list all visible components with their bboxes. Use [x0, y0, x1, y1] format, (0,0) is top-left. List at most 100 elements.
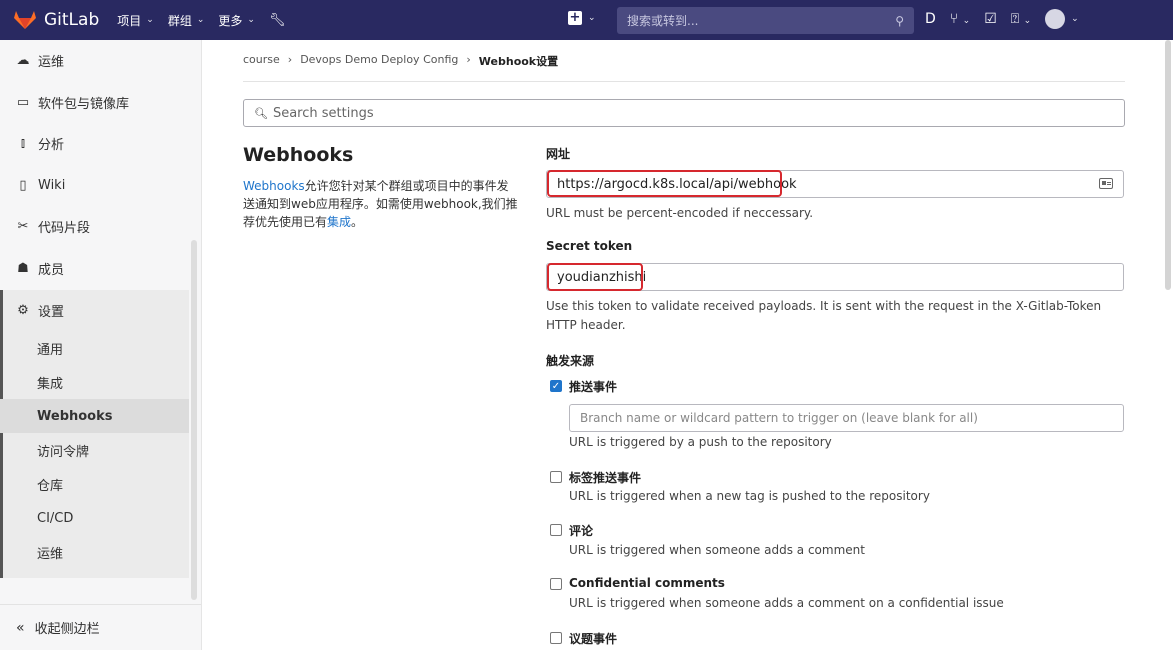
sidebar-item-label: 分析	[38, 137, 65, 153]
description-end: 。	[351, 215, 364, 229]
gear-icon: ⚙	[17, 302, 29, 318]
nav-menus: 项目 ⌄ 群组 ⌄ 更多 ⌄ 🔧︎	[117, 12, 285, 29]
issues-events-checkbox[interactable]	[550, 632, 562, 644]
breadcrumb-separator: ›	[466, 53, 471, 66]
comments-checkbox[interactable]	[550, 524, 562, 536]
menu-more-label: 更多	[218, 13, 243, 28]
sidebar-item-deploy[interactable]: ☁ 运维	[0, 40, 189, 80]
settings-section: ⚙ 设置 通用 集成 Webhooks 访问令牌 仓库 CI/CD 运维	[0, 290, 189, 578]
confidential-comments-help: URL is triggered when someone adds a com…	[569, 596, 1004, 610]
settings-sub-access-tokens[interactable]: 访问令牌	[0, 433, 189, 467]
url-label: 网址	[546, 147, 571, 161]
collapse-sidebar-label: 收起侧边栏	[34, 622, 100, 637]
sidebar-item-label: 成员	[38, 262, 65, 278]
section-title: Webhooks	[243, 144, 354, 166]
menu-more[interactable]: 更多 ⌄	[218, 12, 255, 29]
help-icon[interactable]: ⍰ ⌄	[1011, 11, 1031, 27]
sidebar-item-analytics[interactable]: ⫾ 分析	[0, 123, 189, 163]
collapse-sidebar-button[interactable]: « 收起侧边栏	[0, 604, 201, 650]
todos-icon[interactable]: ☑	[984, 11, 997, 27]
chart-icon: ⫾	[20, 135, 26, 151]
comments-help: URL is triggered when someone adds a com…	[569, 543, 865, 557]
tag-push-help: URL is triggered when a new tag is pushe…	[569, 489, 930, 503]
settings-sub-integrations[interactable]: 集成	[0, 365, 189, 399]
sidebar-item-label: Wiki	[38, 177, 66, 193]
merge-requests-icon[interactable]: ⑂ ⌄	[950, 11, 970, 27]
menu-projects[interactable]: 项目 ⌄	[117, 12, 154, 29]
sidebar-item-label: 设置	[38, 304, 65, 320]
section-description: Webhooks允许您针对某个群组或项目中的事件发送通知到web应用程序。如需使…	[243, 177, 518, 231]
sidebar-item-label: 代码片段	[38, 220, 91, 236]
settings-search-input[interactable]: 🔍︎ Search settings	[243, 99, 1125, 127]
plus-square-icon: +	[568, 10, 582, 25]
trigger-label: 触发来源	[546, 354, 595, 368]
breadcrumb-course[interactable]: course	[243, 53, 280, 69]
confidential-comments-checkbox[interactable]	[550, 578, 562, 590]
menu-groups[interactable]: 群组 ⌄	[168, 12, 205, 29]
webhooks-doc-link[interactable]: Webhooks	[243, 179, 305, 193]
book-icon: ▯	[19, 177, 27, 193]
push-events-help: URL is triggered by a push to the reposi…	[569, 435, 832, 449]
user-menu[interactable]: ⌄	[1045, 9, 1079, 29]
confidential-comments-label[interactable]: Confidential comments	[569, 576, 725, 590]
sidebar-item-label: 软件包与镜像库	[38, 96, 130, 112]
breadcrumb-separator: ›	[287, 53, 293, 66]
package-icon: ▭	[16, 94, 30, 110]
url-highlight-box	[547, 170, 782, 197]
chevron-down-icon: ⌄	[247, 15, 255, 25]
push-events-checkbox[interactable]: ✓	[550, 380, 562, 392]
comments-label[interactable]: 评论	[569, 522, 593, 539]
issues-icon[interactable]: D	[925, 11, 936, 27]
search-placeholder: 搜索或转到...	[627, 14, 699, 28]
project-sidebar: ☁ 运维 ▭ 软件包与镜像库 ⫾ 分析 ▯ Wiki ✂ 代码片段 ☗ 成员 ⚙ 设置 通用 …	[0, 40, 202, 650]
breadcrumb-current[interactable]: Webhook设置	[479, 53, 558, 69]
settings-sub-general[interactable]: 通用	[0, 331, 189, 365]
sidebar-item-settings[interactable]: ⚙ 设置	[0, 290, 189, 330]
brand-name: GitLab	[44, 10, 100, 30]
menu-projects-label: 项目	[117, 13, 142, 28]
branch-filter-placeholder: Branch name or wildcard pattern to trigg…	[580, 411, 978, 425]
menu-groups-label: 群组	[167, 13, 192, 28]
deploy-icon: ☁	[16, 52, 30, 68]
chevron-down-icon: ⌄	[588, 13, 596, 23]
branch-filter-input[interactable]: Branch name or wildcard pattern to trigg…	[569, 404, 1124, 432]
gitlab-logo-icon	[14, 11, 36, 29]
nav-right-icons: D ⑂ ⌄ ☑ ⍰ ⌄ ⌄	[925, 9, 1079, 29]
issues-events-label[interactable]: 议题事件	[569, 630, 617, 647]
global-search-input[interactable]: 搜索或转到... ⚲	[617, 7, 914, 34]
top-navbar: GitLab 项目 ⌄ 群组 ⌄ 更多 ⌄ 🔧︎ + ⌄ 搜索或转到... ⚲ D ⑂…	[0, 0, 1173, 40]
integrations-link[interactable]: 集成	[327, 215, 351, 229]
search-icon: ⚲	[895, 13, 904, 28]
token-highlight-box	[547, 263, 643, 291]
gitlab-home-link[interactable]: GitLab	[14, 10, 99, 30]
settings-sub-webhooks[interactable]: Webhooks	[0, 399, 189, 433]
secret-token-label: Secret token	[546, 239, 633, 253]
sidebar-scrollbar[interactable]	[191, 240, 197, 600]
members-icon: ☗	[17, 260, 29, 276]
breadcrumb: course › Devops Demo Deploy Config › Web…	[243, 53, 558, 69]
settings-sub-repository[interactable]: 仓库	[0, 467, 189, 501]
token-help-text: Use this token to validate received payl…	[546, 299, 1102, 332]
sidebar-item-members[interactable]: ☗ 成员	[0, 248, 189, 288]
sidebar-item-packages[interactable]: ▭ 软件包与镜像库	[0, 82, 189, 122]
sidebar-item-wiki[interactable]: ▯ Wiki	[0, 165, 189, 205]
wrench-icon[interactable]: 🔧︎	[269, 13, 286, 28]
snippet-icon: ✂	[17, 218, 29, 234]
search-icon: 🔍︎	[254, 106, 268, 120]
sidebar-item-snippets[interactable]: ✂ 代码片段	[0, 206, 189, 246]
autofill-card-icon[interactable]	[1099, 178, 1113, 189]
settings-sub-cicd[interactable]: CI/CD	[0, 501, 189, 535]
sidebar-item-label: 运维	[38, 54, 65, 70]
chevron-down-icon: ⌄	[146, 15, 154, 25]
double-chevron-left-icon: «	[16, 619, 25, 636]
settings-search-placeholder: Search settings	[272, 105, 374, 121]
tag-push-checkbox[interactable]	[550, 471, 562, 483]
settings-sub-operations[interactable]: 运维	[0, 535, 189, 569]
page-scrollbar[interactable]	[1165, 40, 1171, 290]
divider	[243, 81, 1125, 82]
avatar	[1045, 9, 1066, 29]
new-item-dropdown[interactable]: + ⌄	[568, 11, 596, 25]
tag-push-label[interactable]: 标签推送事件	[569, 469, 641, 486]
push-events-label[interactable]: 推送事件	[569, 378, 617, 395]
breadcrumb-project[interactable]: Devops Demo Deploy Config	[300, 53, 458, 69]
